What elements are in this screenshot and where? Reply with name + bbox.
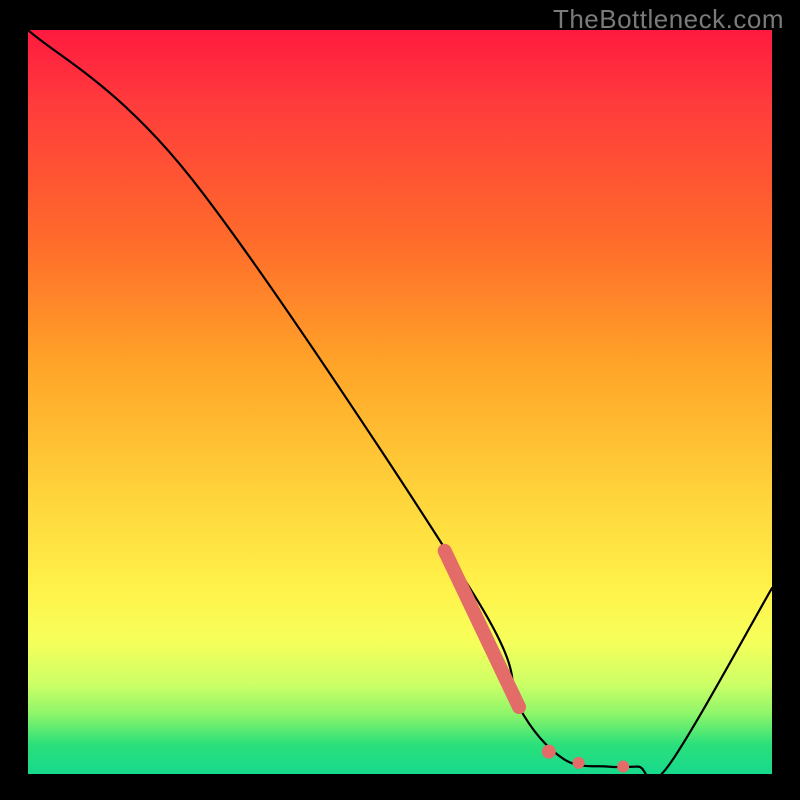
chart-stage: TheBottleneck.com	[0, 0, 800, 800]
bottleneck-curve	[28, 30, 772, 774]
highlight-dot	[542, 745, 556, 759]
highlight-dots	[542, 745, 629, 773]
highlight-segment	[445, 551, 519, 707]
plot-frame	[22, 24, 778, 780]
watermark-text: TheBottleneck.com	[553, 4, 784, 35]
highlight-dot	[573, 757, 585, 769]
plot-gradient-area	[28, 30, 772, 774]
highlight-dot	[617, 761, 629, 773]
curve-svg	[28, 30, 772, 774]
